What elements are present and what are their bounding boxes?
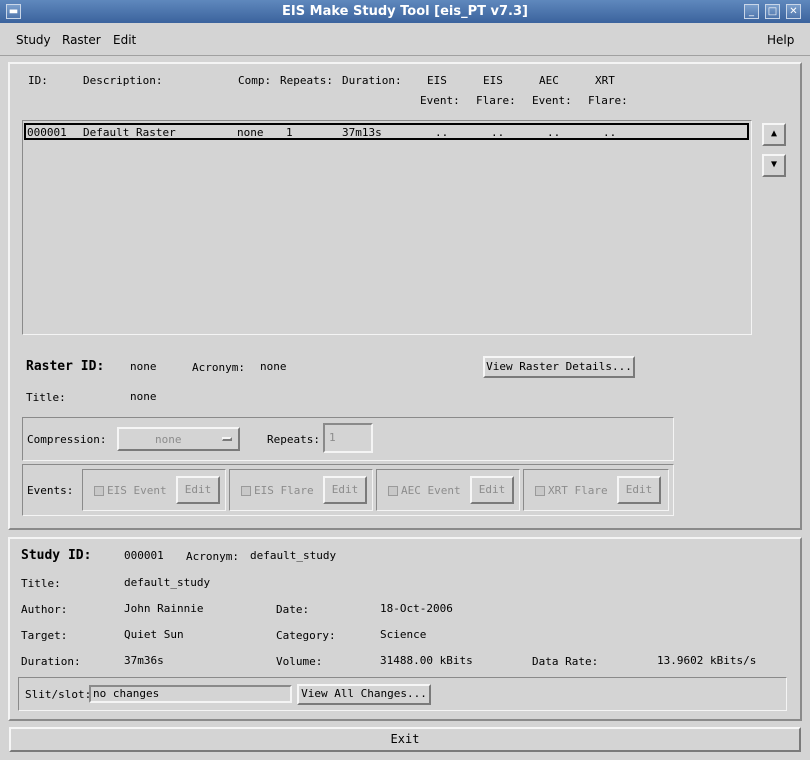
raster-id-value: none xyxy=(130,360,157,373)
move-down-button[interactable]: ▼ xyxy=(762,154,786,177)
eis-flare-checkbox[interactable]: EIS Flare xyxy=(241,484,314,497)
repeats-field[interactable]: 1 xyxy=(323,423,373,453)
header-repeats: Repeats: xyxy=(280,74,333,87)
study-title-label: Title: xyxy=(21,577,61,590)
compression-label: Compression: xyxy=(27,433,107,446)
list-item[interactable]: 000001 Default_Raster none 1 37m13s .. .… xyxy=(24,123,749,140)
eis-flare-edit-button[interactable]: Edit xyxy=(323,476,367,504)
slit-slot-label: Slit/slot: xyxy=(25,688,92,701)
compression-value: none xyxy=(155,433,182,446)
raster-id-label: Raster ID: xyxy=(26,359,105,374)
study-acronym-value: default_study xyxy=(250,549,337,562)
header-description: Description: xyxy=(83,74,163,87)
row-xrt-flare: .. xyxy=(603,126,617,139)
menu-study[interactable]: Study xyxy=(16,33,51,47)
header-aec-event-1: AEC xyxy=(539,74,559,87)
exit-button[interactable]: Exit xyxy=(9,727,801,752)
checkbox-icon xyxy=(388,486,398,496)
header-eis-flare-2: Flare: xyxy=(476,94,516,107)
row-eis-flare: .. xyxy=(491,126,505,139)
eis-event-checkbox[interactable]: EIS Event xyxy=(94,484,167,497)
slit-slot-value: no changes xyxy=(93,687,160,700)
study-target-value: Quiet Sun xyxy=(124,628,184,641)
row-repeats: 1 xyxy=(286,126,293,139)
row-eis-event: .. xyxy=(435,126,449,139)
header-comp: Comp: xyxy=(238,74,272,87)
menu-bar: Study Raster Edit Help xyxy=(0,23,810,56)
header-id: ID: xyxy=(28,74,48,87)
compression-dropdown[interactable]: none xyxy=(117,427,240,451)
raster-title-value: none xyxy=(130,390,157,403)
raster-acronym-label: Acronym: xyxy=(192,361,245,374)
header-aec-event-2: Event: xyxy=(532,94,572,107)
maximize-icon[interactable]: □ xyxy=(765,4,780,19)
study-category-label: Category: xyxy=(276,629,336,642)
move-up-button[interactable]: ▲ xyxy=(762,123,786,146)
study-id-label: Study ID: xyxy=(21,548,92,563)
checkbox-icon xyxy=(241,486,251,496)
header-eis-event-1: EIS xyxy=(427,74,447,87)
study-duration-value: 37m36s xyxy=(124,654,164,667)
header-duration: Duration: xyxy=(342,74,402,87)
raster-list[interactable] xyxy=(22,120,752,335)
checkbox-icon xyxy=(94,486,104,496)
title-bar: EIS Make Study Tool [eis_PT v7.3] ▬ _ □ … xyxy=(0,0,810,23)
study-rate-label: Data Rate: xyxy=(532,655,599,668)
study-date-value: 18-Oct-2006 xyxy=(380,602,453,615)
row-duration: 37m13s xyxy=(342,126,382,139)
header-eis-flare-1: EIS xyxy=(483,74,503,87)
row-id: 000001 xyxy=(27,126,67,139)
window-title: EIS Make Study Tool [eis_PT v7.3] xyxy=(282,4,528,19)
menu-help[interactable]: Help xyxy=(767,33,794,47)
menu-edit[interactable]: Edit xyxy=(113,33,136,47)
arrow-down-icon: ▼ xyxy=(770,159,778,170)
raster-title-label: Title: xyxy=(26,391,66,404)
row-aec-event: .. xyxy=(547,126,561,139)
aec-event-checkbox[interactable]: AEC Event xyxy=(388,484,461,497)
raster-acronym-value: none xyxy=(260,360,287,373)
eis-flare-label: EIS Flare xyxy=(254,484,314,497)
aec-event-label: AEC Event xyxy=(401,484,461,497)
dropdown-indicator-icon xyxy=(222,437,232,441)
header-eis-event-2: Event: xyxy=(420,94,460,107)
slit-slot-field[interactable]: no changes xyxy=(89,685,292,703)
study-volume-label: Volume: xyxy=(276,655,323,668)
xrt-flare-edit-button[interactable]: Edit xyxy=(617,476,661,504)
header-xrt-flare-1: XRT xyxy=(595,74,615,87)
minimize-icon[interactable]: _ xyxy=(744,4,759,19)
header-xrt-flare-2: Flare: xyxy=(588,94,628,107)
study-acronym-label: Acronym: xyxy=(186,550,239,563)
study-date-label: Date: xyxy=(276,603,310,616)
eis-event-edit-button[interactable]: Edit xyxy=(176,476,220,504)
close-icon[interactable]: ✕ xyxy=(786,4,801,19)
study-id-value: 000001 xyxy=(124,549,164,562)
window-menu-icon[interactable]: ▬ xyxy=(6,4,21,19)
menu-raster[interactable]: Raster xyxy=(62,33,101,47)
study-author-value: John Rainnie xyxy=(124,602,204,615)
xrt-flare-checkbox[interactable]: XRT Flare xyxy=(535,484,608,497)
study-duration-label: Duration: xyxy=(21,655,81,668)
study-volume-value: 31488.00 kBits xyxy=(380,654,473,667)
repeats-value: 1 xyxy=(329,431,336,444)
checkbox-icon xyxy=(535,486,545,496)
study-author-label: Author: xyxy=(21,603,68,616)
xrt-flare-label: XRT Flare xyxy=(548,484,608,497)
events-label: Events: xyxy=(27,484,74,497)
view-all-changes-button[interactable]: View All Changes... xyxy=(297,684,431,705)
study-target-label: Target: xyxy=(21,629,68,642)
arrow-up-icon: ▲ xyxy=(770,128,778,139)
eis-event-label: EIS Event xyxy=(107,484,167,497)
aec-event-edit-button[interactable]: Edit xyxy=(470,476,514,504)
repeats-label: Repeats: xyxy=(267,433,320,446)
row-description: Default_Raster xyxy=(83,126,176,139)
study-rate-value: 13.9602 kBits/s xyxy=(657,654,757,667)
view-raster-details-button[interactable]: View Raster Details... xyxy=(483,356,635,378)
study-title-value: default_study xyxy=(124,576,211,589)
study-category-value: Science xyxy=(380,628,427,641)
row-comp: none xyxy=(237,126,264,139)
